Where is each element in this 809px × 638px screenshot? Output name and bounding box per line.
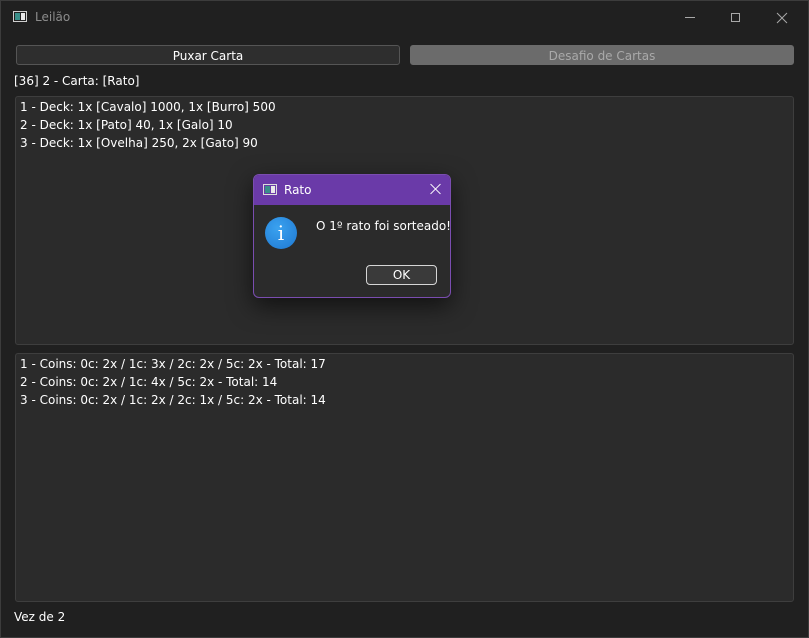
draw-card-button[interactable]: Puxar Carta xyxy=(16,45,400,65)
message-dialog: Rato i O 1º rato foi sorteado! OK xyxy=(253,174,451,298)
list-item: 1 - Deck: 1x [Cavalo] 1000, 1x [Burro] 5… xyxy=(20,100,276,114)
ok-button[interactable]: OK xyxy=(366,265,437,285)
dialog-title: Rato xyxy=(284,183,312,197)
dialog-close-button[interactable] xyxy=(428,181,444,197)
close-icon xyxy=(776,12,788,24)
list-item: 3 - Coins: 0c: 2x / 1c: 2x / 2c: 1x / 5c… xyxy=(20,393,326,407)
list-item: 2 - Deck: 1x [Pato] 40, 1x [Galo] 10 xyxy=(20,118,233,132)
minimize-button[interactable] xyxy=(667,1,713,35)
current-card-status: [36] 2 - Carta: [Rato] xyxy=(14,74,140,88)
maximize-button[interactable] xyxy=(713,1,759,35)
app-window: Leilão Puxar Carta Desafio de Cartas [36… xyxy=(0,0,809,638)
turn-status: Vez de 2 xyxy=(14,610,66,624)
window-title: Leilão xyxy=(35,10,71,24)
info-icon: i xyxy=(265,217,297,249)
app-icon xyxy=(263,184,277,195)
dialog-message: O 1º rato foi sorteado! xyxy=(316,219,451,233)
close-button[interactable] xyxy=(759,1,805,35)
list-item: 1 - Coins: 0c: 2x / 1c: 3x / 2c: 2x / 5c… xyxy=(20,357,326,371)
coins-list[interactable]: 1 - Coins: 0c: 2x / 1c: 3x / 2c: 2x / 5c… xyxy=(15,353,794,602)
maximize-icon xyxy=(731,13,740,22)
dialog-title-bar[interactable]: Rato xyxy=(254,175,450,205)
app-icon xyxy=(13,11,27,22)
card-challenge-button[interactable]: Desafio de Cartas xyxy=(410,45,794,65)
title-bar[interactable]: Leilão xyxy=(1,1,808,35)
minimize-icon xyxy=(685,17,695,18)
list-item: 3 - Deck: 1x [Ovelha] 250, 2x [Gato] 90 xyxy=(20,136,258,150)
list-item: 2 - Coins: 0c: 2x / 1c: 4x / 5c: 2x - To… xyxy=(20,375,278,389)
